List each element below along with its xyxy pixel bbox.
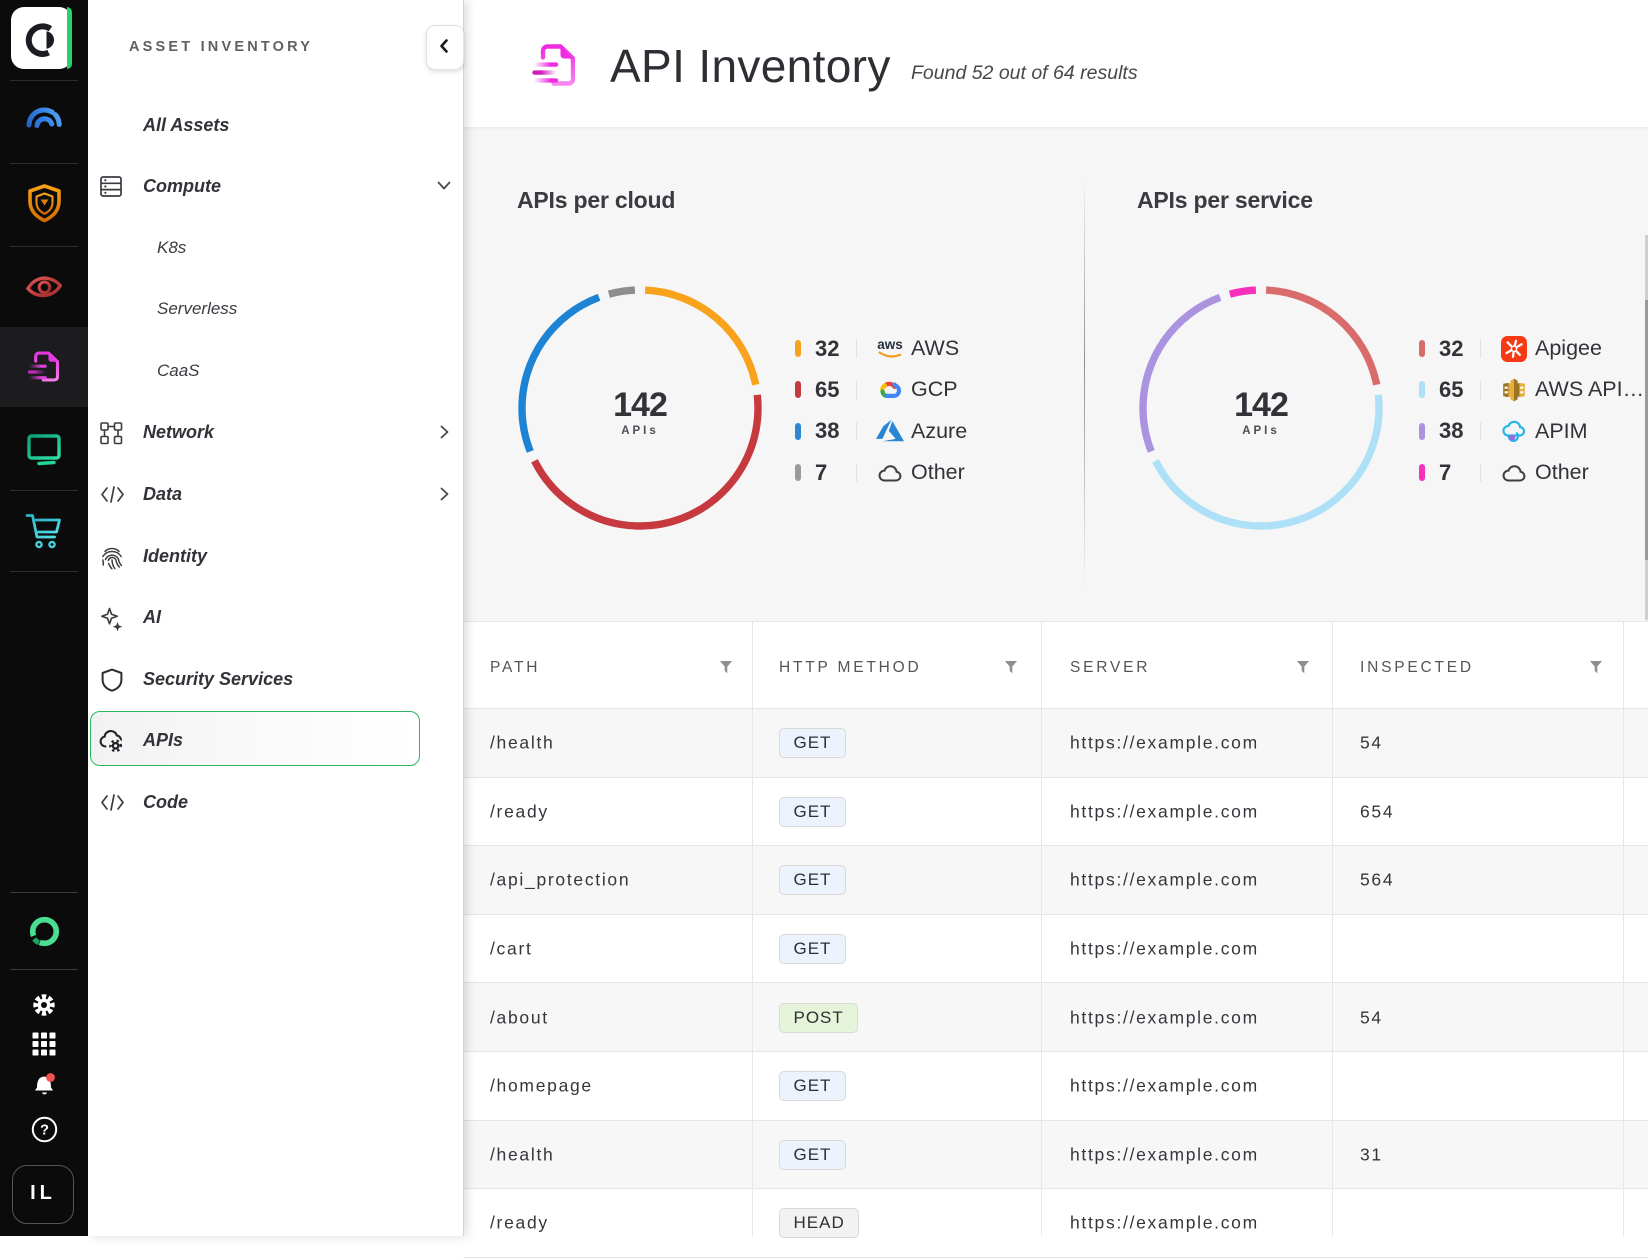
svg-text:?: ? [40,1123,49,1139]
svg-text:aws: aws [877,337,903,352]
